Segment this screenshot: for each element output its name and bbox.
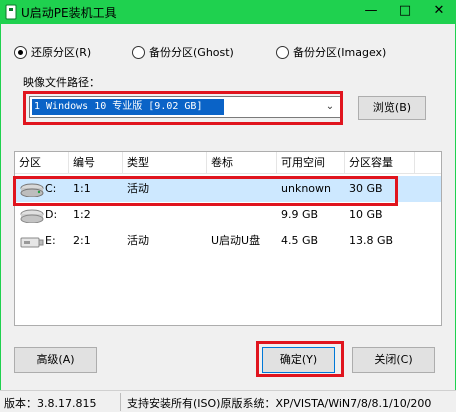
radio-backup-imagex[interactable]: 备份分区(Imagex) (276, 44, 386, 60)
radio-restore-dot[interactable] (14, 45, 27, 59)
cell-label: U启动U盘 (211, 234, 261, 247)
cell-partition: E: (45, 234, 56, 247)
advanced-button[interactable]: 高级(A) (14, 347, 97, 373)
cell-number: 2:1 (73, 234, 91, 247)
cell-label (207, 202, 277, 228)
column-header-free-space[interactable]: 可用空间 (277, 152, 345, 174)
table-row[interactable]: C: 1:1 活动 unknown 30 GB (15, 176, 441, 202)
column-header-type[interactable]: 类型 (123, 152, 207, 174)
column-header-partition[interactable]: 分区 (15, 152, 69, 174)
cell-capacity: 30 GB (349, 182, 383, 195)
partition-table: 分区 编号 类型 卷标 可用空间 分区容量 C: 1:1 活动 unknown … (14, 151, 442, 326)
cell-free-space: unknown (281, 182, 331, 195)
column-header-label[interactable]: 卷标 (207, 152, 277, 174)
version-text: 版本：3.8.17.815 (4, 397, 97, 410)
ok-button[interactable]: 确定(Y) (262, 347, 335, 373)
column-header-number[interactable]: 编号 (69, 152, 123, 174)
maximize-button[interactable]: □ (388, 0, 422, 24)
minimize-button[interactable]: — (354, 0, 388, 24)
status-bar: 版本：3.8.17.815 支持安装所有(ISO)原版系统：XP/VISTA/W… (0, 390, 456, 412)
cell-type: 活动 (127, 234, 149, 247)
table-header: 分区 编号 类型 卷标 可用空间 分区容量 (15, 152, 441, 174)
cell-partition: C: (45, 182, 57, 195)
close-window-button[interactable]: ✕ (422, 0, 456, 24)
cell-capacity: 10 GB (349, 208, 383, 221)
image-path-select[interactable]: 1 Windows 10 专业版 [9.02 GB] ⌄ (29, 96, 341, 118)
cell-number: 1:1 (73, 182, 91, 195)
browse-button[interactable]: 浏览(B) (358, 96, 426, 120)
cell-free-space: 4.5 GB (281, 234, 319, 247)
cell-capacity: 13.8 GB (349, 234, 394, 247)
cell-type: 活动 (127, 182, 149, 195)
cell-type (123, 202, 207, 228)
support-text: 支持安装所有(ISO)原版系统：XP/VISTA/WiN7/8/8.1/10/2… (127, 397, 432, 410)
table-row[interactable]: D: 1:2 9.9 GB 10 GB (15, 202, 441, 228)
radio-backup-imagex-dot[interactable] (276, 45, 289, 59)
radio-restore-label: 还原分区(R) (31, 46, 92, 59)
chevron-down-icon[interactable]: ⌄ (323, 99, 337, 115)
window-title: U启动PE装机工具 (21, 6, 117, 20)
cell-partition: D: (45, 208, 58, 221)
radio-restore[interactable]: 还原分区(R) (14, 44, 91, 60)
cell-free-space: 9.9 GB (281, 208, 319, 221)
image-path-value: 1 Windows 10 专业版 [9.02 GB] (32, 99, 224, 115)
radio-backup-ghost-dot[interactable] (132, 45, 145, 59)
close-button[interactable]: 关闭(C) (352, 347, 435, 373)
image-path-label: 映像文件路径： (23, 76, 100, 89)
title-bar: U启动PE装机工具 — □ ✕ (0, 0, 456, 24)
app-logo-icon (5, 4, 17, 20)
cell-number: 1:2 (73, 208, 91, 221)
cell-label (207, 176, 277, 202)
column-header-capacity[interactable]: 分区容量 (345, 152, 415, 174)
radio-backup-imagex-label: 备份分区(Imagex) (293, 46, 387, 59)
table-row[interactable]: E: 2:1 活动 U启动U盘 4.5 GB 13.8 GB (15, 228, 441, 254)
status-divider (120, 393, 121, 411)
radio-backup-ghost[interactable]: 备份分区(Ghost) (132, 44, 234, 60)
radio-backup-ghost-label: 备份分区(Ghost) (149, 46, 234, 59)
